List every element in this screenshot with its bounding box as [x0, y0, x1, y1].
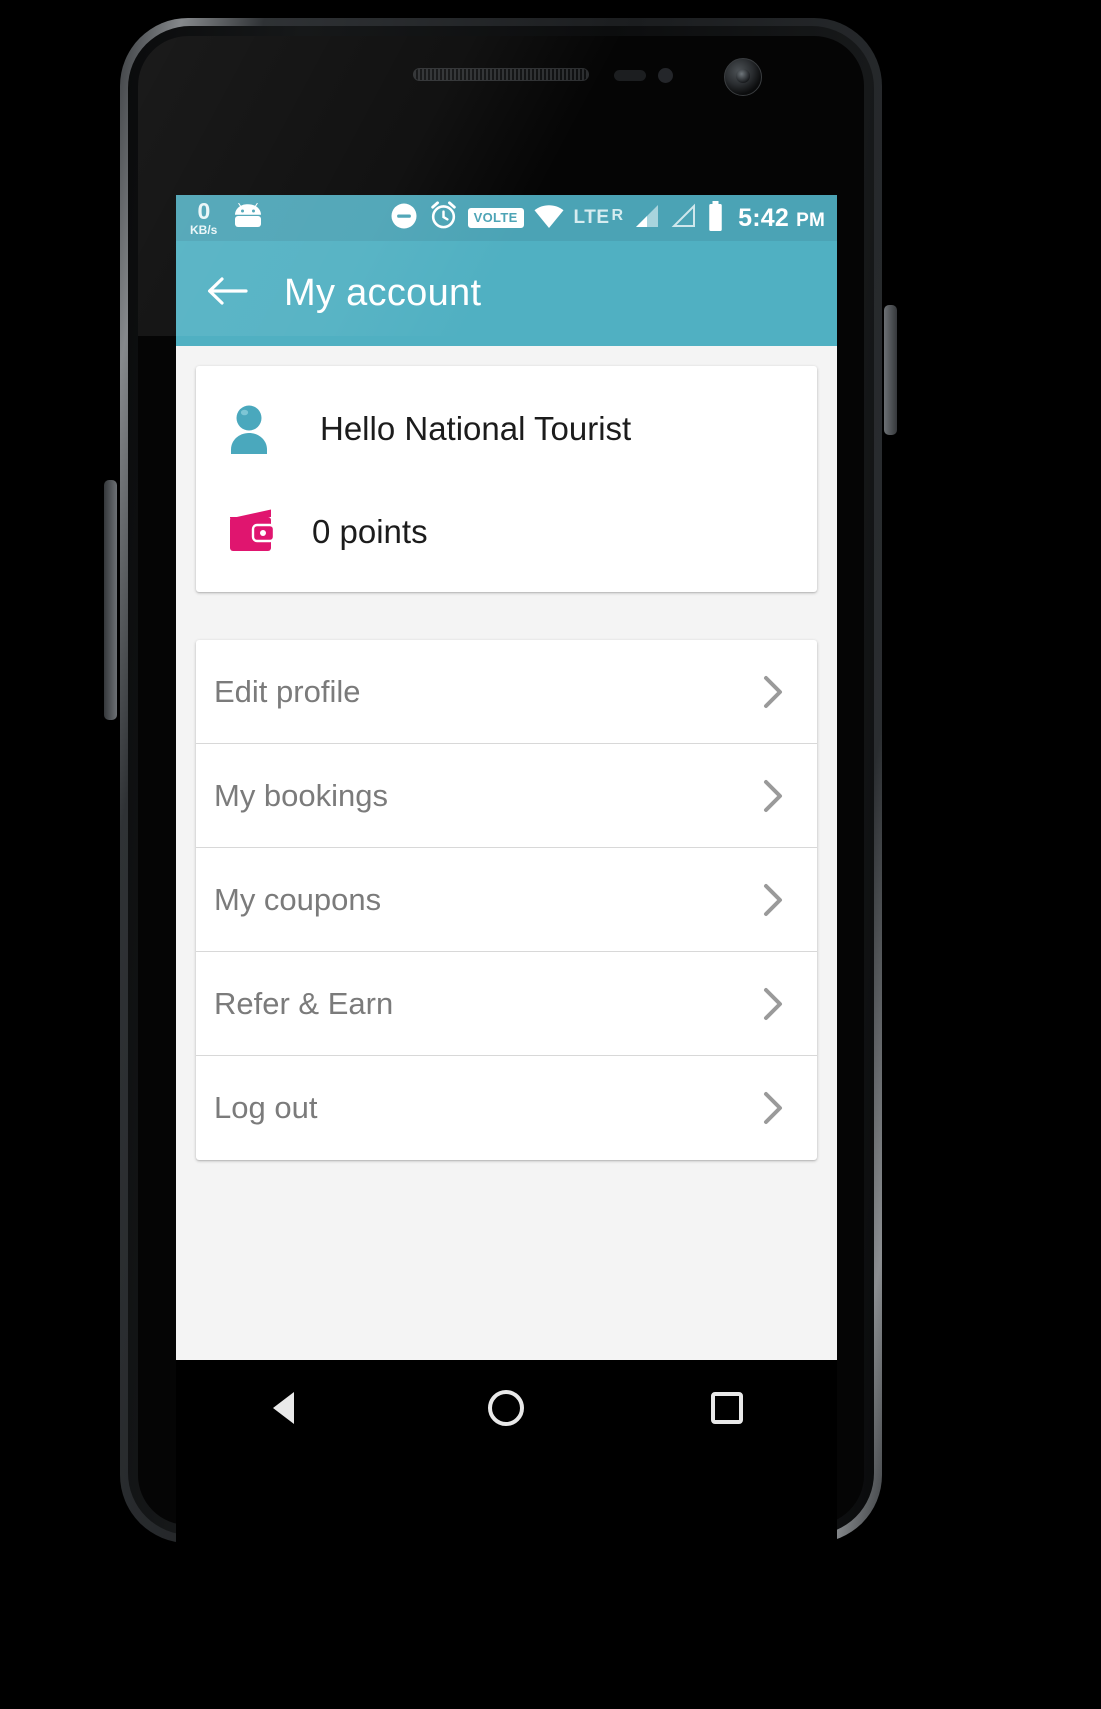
account-menu-list: Edit profile My bookings My coupons Refe… — [196, 640, 817, 1160]
network-type-indicator: LTE R — [574, 207, 624, 229]
front-camera — [724, 58, 762, 96]
phone-screen: 0 KB/s VOLTE LTE R 5:42 PM My account He… — [176, 195, 837, 1360]
menu-item-my-bookings[interactable]: My bookings — [196, 744, 817, 848]
screenshot-root: 0 KB/s VOLTE LTE R 5:42 PM My account He… — [0, 0, 1101, 1709]
greeting-text: Hello National Tourist — [320, 410, 632, 447]
wallet-icon — [226, 506, 292, 558]
chevron-right-icon — [753, 984, 793, 1024]
android-robot-icon — [233, 202, 263, 234]
signal-bars-sim2-icon — [669, 203, 697, 234]
battery-icon — [706, 200, 725, 236]
profile-greeting-row: Hello National Tourist — [196, 404, 817, 454]
page-content: Hello National Tourist 0 points Edit pro… — [176, 366, 837, 1360]
back-button[interactable] — [204, 271, 250, 317]
app-bar: My account — [176, 241, 837, 346]
nav-back-button[interactable] — [240, 1374, 332, 1446]
do-not-disturb-icon — [389, 201, 419, 236]
status-bar-clock: 5:42 PM — [738, 204, 825, 233]
home-circle-icon — [485, 1387, 527, 1434]
power-button[interactable] — [884, 305, 897, 435]
menu-item-label: My coupons — [214, 881, 382, 917]
signal-bars-sim1-icon — [632, 203, 660, 234]
chevron-right-icon — [753, 1088, 793, 1128]
points-text: 0 points — [312, 513, 428, 550]
chevron-right-icon — [753, 880, 793, 920]
network-speed-value: 0 — [197, 198, 211, 224]
earpiece-speaker — [413, 68, 589, 81]
volte-badge: VOLTE — [467, 208, 524, 228]
status-bar-right: VOLTE LTE R 5:42 PM — [389, 200, 825, 236]
android-navigation-bar — [176, 1360, 837, 1460]
clock-time: 5:42 — [738, 203, 789, 232]
profile-card: Hello National Tourist 0 points — [196, 366, 817, 592]
menu-item-label: Refer & Earn — [214, 985, 394, 1021]
proximity-sensor — [614, 70, 646, 81]
menu-item-label: My bookings — [214, 777, 389, 813]
clock-ampm: PM — [796, 209, 825, 231]
menu-item-refer-and-earn[interactable]: Refer & Earn — [196, 952, 817, 1056]
person-icon — [226, 404, 292, 454]
alarm-clock-icon — [428, 200, 459, 236]
page-title: My account — [284, 272, 482, 314]
volume-button[interactable] — [104, 480, 117, 720]
nav-home-button[interactable] — [460, 1374, 552, 1446]
wifi-icon — [533, 203, 565, 234]
menu-item-edit-profile[interactable]: Edit profile — [196, 640, 817, 744]
device-chin — [176, 1460, 837, 1543]
light-sensor — [658, 68, 673, 83]
recents-square-icon — [706, 1387, 748, 1434]
network-speed-indicator: 0 KB/s — [190, 198, 218, 237]
network-speed-unit: KB/s — [190, 223, 218, 237]
menu-item-my-coupons[interactable]: My coupons — [196, 848, 817, 952]
back-triangle-icon — [265, 1387, 307, 1434]
status-bar: 0 KB/s VOLTE LTE R 5:42 PM — [176, 195, 837, 241]
menu-item-label: Edit profile — [214, 673, 361, 709]
roaming-label: R — [611, 207, 624, 224]
chevron-right-icon — [753, 672, 793, 712]
menu-item-log-out[interactable]: Log out — [196, 1056, 817, 1160]
nav-recents-button[interactable] — [681, 1374, 773, 1446]
chevron-right-icon — [753, 776, 793, 816]
arrow-left-icon — [206, 274, 248, 313]
network-type-label: LTE — [573, 207, 610, 228]
profile-points-row: 0 points — [196, 506, 817, 558]
menu-item-label: Log out — [214, 1090, 318, 1125]
status-bar-left: 0 KB/s — [190, 200, 263, 236]
